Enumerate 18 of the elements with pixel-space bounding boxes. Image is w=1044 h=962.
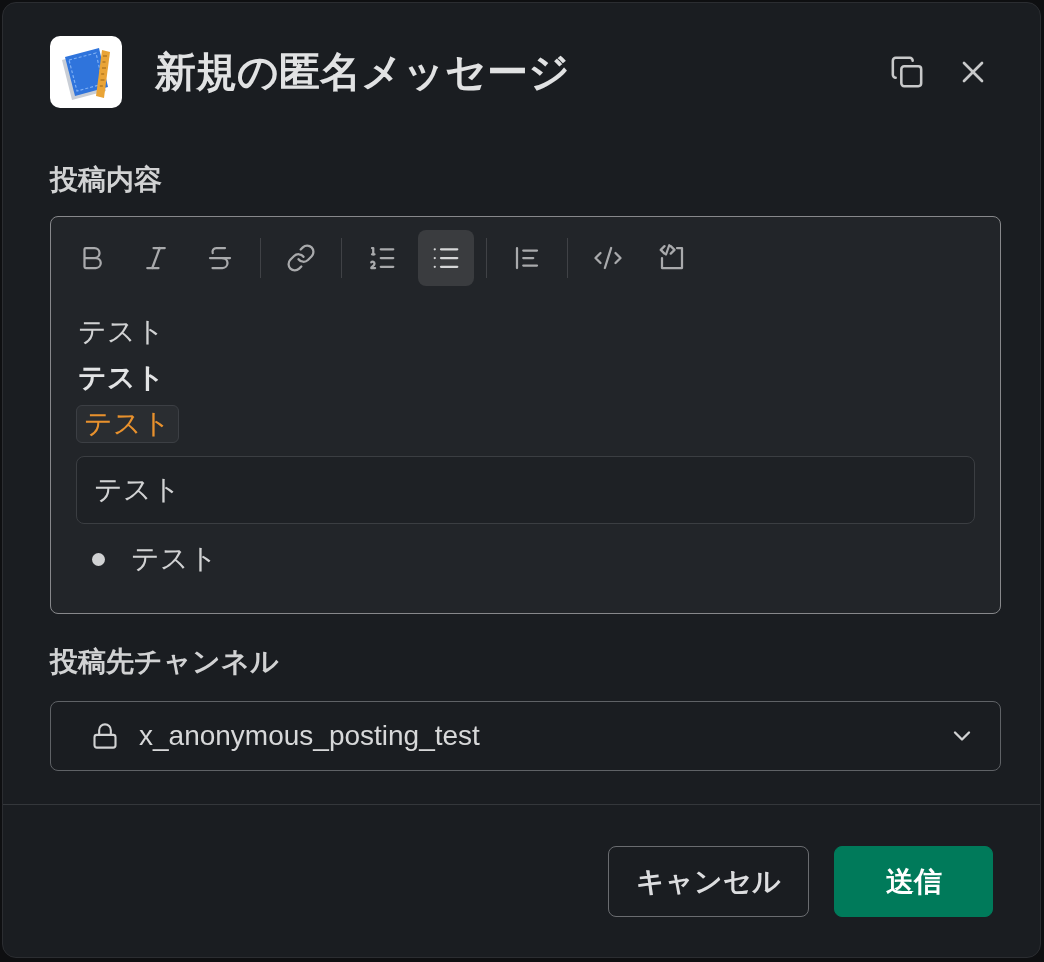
- inline-code: テスト: [76, 405, 179, 443]
- code-block: テスト: [76, 456, 975, 524]
- field-label: 投稿内容: [50, 163, 162, 197]
- channel-select[interactable]: x_anonymous_posting_test: [50, 701, 1001, 771]
- bullet-icon: [92, 552, 105, 566]
- bulleted-list-button[interactable]: [418, 230, 474, 286]
- message-editor[interactable]: テスト テスト テスト テスト テスト: [50, 216, 1001, 614]
- paragraph-text: テスト: [77, 315, 165, 349]
- send-button[interactable]: 送信: [834, 846, 993, 917]
- field-label: 投稿先チャンネル: [50, 645, 279, 679]
- dialog-title: 新規の匿名メッセージ: [155, 48, 570, 97]
- cancel-button[interactable]: キャンセル: [608, 846, 809, 917]
- copy-icon: [890, 55, 924, 89]
- link-icon: [286, 243, 316, 273]
- channel-name: x_anonymous_posting_test: [139, 720, 480, 752]
- list-item-text: テスト: [131, 542, 218, 576]
- book-ruler-icon: [50, 36, 122, 108]
- bold-text: テスト: [77, 361, 165, 395]
